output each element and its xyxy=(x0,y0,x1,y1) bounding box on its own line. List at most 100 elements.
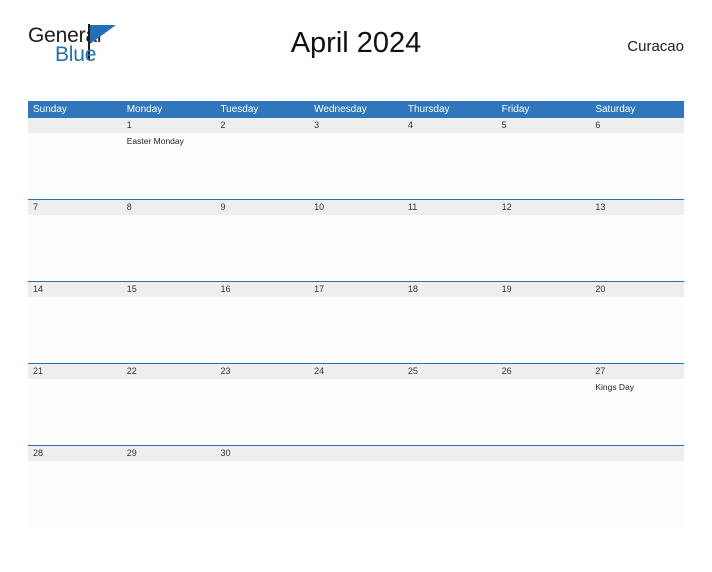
day-number[interactable]: 20 xyxy=(590,282,684,297)
weekday-header-tuesday: Tuesday xyxy=(220,104,259,115)
day-number[interactable]: 18 xyxy=(403,282,497,297)
day-cell[interactable] xyxy=(497,133,591,199)
event-label: Easter Monday xyxy=(126,136,184,146)
day-number[interactable]: 8 xyxy=(122,200,216,215)
day-number[interactable]: 13 xyxy=(590,200,684,215)
day-cell[interactable] xyxy=(590,215,684,281)
day-number[interactable] xyxy=(28,118,122,133)
day-cell[interactable] xyxy=(497,297,591,363)
day-number[interactable]: 6 xyxy=(590,118,684,133)
week-row: 7 8 9 10 11 12 13 xyxy=(28,199,684,281)
calendar-page: General Blue April 2024 Curacao Sunday M… xyxy=(0,22,712,572)
weekday-header-thursday: Thursday xyxy=(407,104,450,115)
day-number[interactable]: 7 xyxy=(28,200,122,215)
week-event-band xyxy=(28,215,684,281)
day-number[interactable]: 21 xyxy=(28,364,122,379)
day-cell[interactable] xyxy=(215,297,309,363)
day-cell[interactable] xyxy=(28,133,122,199)
day-number[interactable]: 10 xyxy=(309,200,403,215)
day-number[interactable]: 26 xyxy=(497,364,591,379)
day-cell[interactable] xyxy=(309,133,403,199)
event-label: Kings Day xyxy=(595,382,635,392)
day-number[interactable]: 17 xyxy=(309,282,403,297)
day-cell[interactable] xyxy=(309,379,403,445)
day-cell[interactable]: Easter Monday xyxy=(122,133,216,199)
weekday-header-monday: Monday xyxy=(126,104,163,115)
location-label: Curacao xyxy=(627,38,684,55)
day-number[interactable] xyxy=(590,446,684,461)
day-cell[interactable]: Kings Day xyxy=(590,379,684,445)
day-cell[interactable] xyxy=(122,215,216,281)
day-cell[interactable] xyxy=(590,133,684,199)
week-date-band: 1 2 3 4 5 6 xyxy=(28,118,684,133)
day-number[interactable] xyxy=(497,446,591,461)
weekday-header-row: Sunday Monday Tuesday Wednesday Thursday… xyxy=(28,101,684,118)
day-cell[interactable] xyxy=(309,461,403,527)
page-title: April 2024 xyxy=(290,27,422,59)
day-cell[interactable] xyxy=(403,461,497,527)
day-number[interactable]: 16 xyxy=(215,282,309,297)
day-cell[interactable] xyxy=(28,215,122,281)
day-cell[interactable] xyxy=(497,215,591,281)
weekday-header-saturday: Saturday xyxy=(595,104,636,115)
day-cell[interactable] xyxy=(403,215,497,281)
day-number[interactable]: 9 xyxy=(215,200,309,215)
week-event-band xyxy=(28,297,684,363)
day-cell[interactable] xyxy=(403,133,497,199)
day-number[interactable]: 24 xyxy=(309,364,403,379)
day-cell[interactable] xyxy=(215,379,309,445)
day-number[interactable]: 29 xyxy=(122,446,216,461)
weekday-header-friday: Friday xyxy=(501,104,530,115)
week-row: 14 15 16 17 18 19 20 xyxy=(28,281,684,363)
day-cell[interactable] xyxy=(122,461,216,527)
day-number[interactable]: 11 xyxy=(403,200,497,215)
week-date-band: 21 22 23 24 25 26 27 xyxy=(28,364,684,379)
day-number[interactable]: 19 xyxy=(497,282,591,297)
week-event-band: Kings Day xyxy=(28,379,684,445)
day-cell[interactable] xyxy=(28,297,122,363)
day-number[interactable]: 25 xyxy=(403,364,497,379)
day-number[interactable] xyxy=(403,446,497,461)
day-cell[interactable] xyxy=(497,461,591,527)
week-event-band: Easter Monday xyxy=(28,133,684,199)
day-cell[interactable] xyxy=(309,215,403,281)
day-number[interactable]: 28 xyxy=(28,446,122,461)
week-event-band xyxy=(28,461,684,527)
day-cell[interactable] xyxy=(497,379,591,445)
weekday-header-wednesday: Wednesday xyxy=(314,104,367,115)
week-date-band: 28 29 30 xyxy=(28,446,684,461)
day-cell[interactable] xyxy=(122,297,216,363)
day-cell[interactable] xyxy=(403,379,497,445)
week-row: 28 29 30 xyxy=(28,445,684,527)
weekday-header-sunday: Sunday xyxy=(33,104,67,115)
day-number[interactable]: 12 xyxy=(497,200,591,215)
day-number[interactable]: 23 xyxy=(215,364,309,379)
day-cell[interactable] xyxy=(28,379,122,445)
day-number[interactable]: 30 xyxy=(215,446,309,461)
week-row: 21 22 23 24 25 26 27 Kings Day xyxy=(28,363,684,445)
week-date-band: 7 8 9 10 11 12 13 xyxy=(28,200,684,215)
day-cell[interactable] xyxy=(28,461,122,527)
day-number[interactable]: 22 xyxy=(122,364,216,379)
day-number[interactable]: 27 xyxy=(590,364,684,379)
day-number[interactable]: 2 xyxy=(215,118,309,133)
week-date-band: 14 15 16 17 18 19 20 xyxy=(28,282,684,297)
day-cell[interactable] xyxy=(403,297,497,363)
calendar-grid: Sunday Monday Tuesday Wednesday Thursday… xyxy=(28,101,684,527)
day-number[interactable]: 1 xyxy=(122,118,216,133)
day-cell[interactable] xyxy=(309,297,403,363)
day-number[interactable]: 3 xyxy=(309,118,403,133)
day-number[interactable]: 5 xyxy=(497,118,591,133)
week-row: 1 2 3 4 5 6 Easter Monday xyxy=(28,118,684,199)
day-number[interactable]: 4 xyxy=(403,118,497,133)
day-cell[interactable] xyxy=(590,461,684,527)
page-header: General Blue April 2024 Curacao xyxy=(28,22,684,78)
day-number[interactable]: 15 xyxy=(122,282,216,297)
day-number[interactable]: 14 xyxy=(28,282,122,297)
day-cell[interactable] xyxy=(215,133,309,199)
day-cell[interactable] xyxy=(215,461,309,527)
day-cell[interactable] xyxy=(215,215,309,281)
day-cell[interactable] xyxy=(590,297,684,363)
day-number[interactable] xyxy=(309,446,403,461)
day-cell[interactable] xyxy=(122,379,216,445)
